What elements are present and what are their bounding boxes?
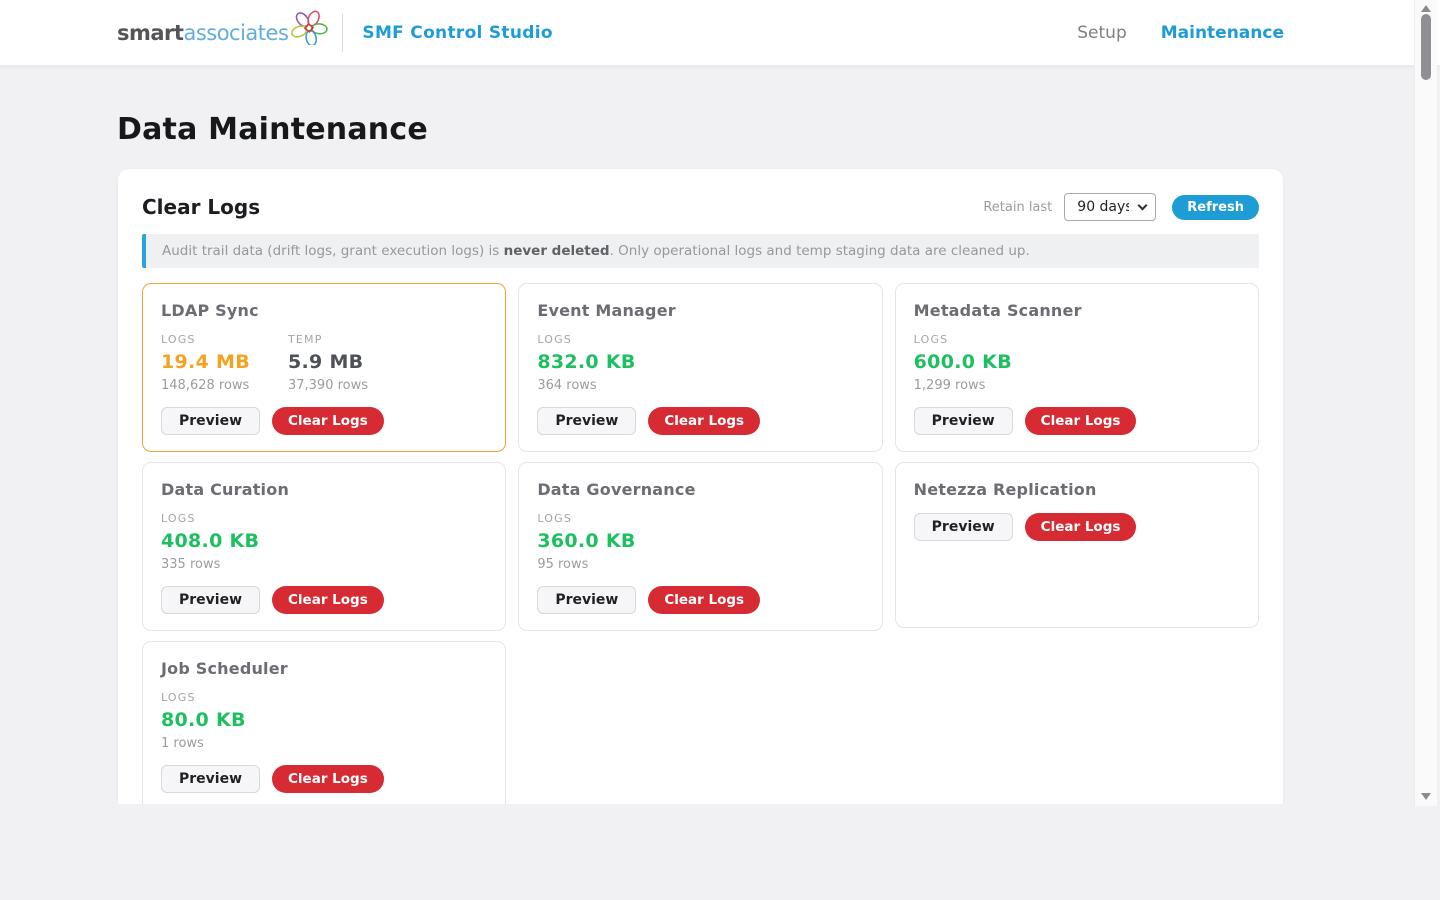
card-title: Data Governance [537,480,863,499]
preview-button[interactable]: Preview [914,513,1013,541]
notice-bold-text: never deleted [504,243,610,259]
retain-select[interactable]: 90 days [1064,193,1156,221]
nav-maintenance[interactable]: Maintenance [1161,23,1284,43]
stat-label: LOGS [161,691,246,704]
stat-rows: 1,299 rows [914,378,1012,393]
stat-rows: 95 rows [537,557,635,572]
stat-value: 600.0 KB [914,351,1012,373]
stat-block: LOGS 19.4 MB 148,628 rows [161,333,250,393]
card-actions: Preview Clear Logs [537,586,863,614]
card-stats: LOGS 600.0 KB 1,299 rows [914,333,1240,393]
clear-logs-button[interactable]: Clear Logs [1025,513,1137,541]
refresh-button[interactable]: Refresh [1172,195,1259,220]
card-title: Metadata Scanner [914,301,1240,320]
card-stats: LOGS 408.0 KB 335 rows [161,512,487,572]
card-title: Job Scheduler [161,659,487,678]
stat-label: LOGS [914,333,1012,346]
audit-notice: Audit trail data (drift logs, grant exec… [142,234,1259,268]
card-actions: Preview Clear Logs [914,513,1240,541]
card-actions: Preview Clear Logs [161,765,487,793]
scroll-down-arrow-icon[interactable] [1421,793,1431,800]
top-bar: smartassociates SMF Control [0,0,1440,66]
panel-header: Clear Logs Retain last 90 days Refresh [142,193,1259,221]
card-actions: Preview Clear Logs [537,407,863,435]
brand-divider [342,14,343,52]
stat-block: LOGS 80.0 KB 1 rows [161,691,246,751]
stat-value: 408.0 KB [161,530,259,552]
clear-logs-panel: Clear Logs Retain last 90 days Refresh A… [117,168,1284,804]
card-actions: Preview Clear Logs [161,586,487,614]
stat-value: 360.0 KB [537,530,635,552]
service-card: Data Governance LOGS 360.0 KB 95 rows Pr… [518,462,882,631]
stat-block: LOGS 360.0 KB 95 rows [537,512,635,572]
card-title: Data Curation [161,480,487,499]
card-stats: LOGS 360.0 KB 95 rows [537,512,863,572]
card-title: Netezza Replication [914,480,1240,499]
stat-rows: 335 rows [161,557,259,572]
cards-grid: LDAP Sync LOGS 19.4 MB 148,628 rows TEMP… [142,283,1259,804]
clear-logs-button[interactable]: Clear Logs [272,765,384,793]
card-stats: LOGS 832.0 KB 364 rows [537,333,863,393]
stat-value: 19.4 MB [161,351,250,373]
service-card: Job Scheduler LOGS 80.0 KB 1 rows Previe… [142,641,506,804]
stat-value: 80.0 KB [161,709,246,731]
service-card: Netezza Replication Preview Clear Logs [895,462,1259,628]
clear-logs-button[interactable]: Clear Logs [1025,407,1137,435]
service-card: Data Curation LOGS 408.0 KB 335 rows Pre… [142,462,506,631]
main-content: Data Maintenance Clear Logs Retain last … [117,112,1284,804]
preview-button[interactable]: Preview [914,407,1013,435]
card-title: Event Manager [537,301,863,320]
stat-block: LOGS 408.0 KB 335 rows [161,512,259,572]
card-stats: LOGS 19.4 MB 148,628 rows TEMP 5.9 MB 37… [161,333,487,393]
clear-logs-button[interactable]: Clear Logs [272,586,384,614]
stat-rows: 1 rows [161,736,246,751]
stat-block: TEMP 5.9 MB 37,390 rows [288,333,368,393]
preview-button[interactable]: Preview [161,407,260,435]
stat-block: LOGS 600.0 KB 1,299 rows [914,333,1012,393]
browser-viewport: smartassociates SMF Control [0,0,1440,804]
card-actions: Preview Clear Logs [914,407,1240,435]
preview-button[interactable]: Preview [537,407,636,435]
card-title: LDAP Sync [161,301,487,320]
stat-rows: 148,628 rows [161,378,250,393]
card-actions: Preview Clear Logs [161,407,487,435]
clear-logs-button[interactable]: Clear Logs [272,407,384,435]
clear-logs-button[interactable]: Clear Logs [648,407,760,435]
app-title: SMF Control Studio [362,23,552,43]
top-nav: Setup Maintenance [1077,23,1284,43]
stat-value: 832.0 KB [537,351,635,373]
stat-label: LOGS [537,512,635,525]
panel-title: Clear Logs [142,195,260,219]
stat-label: LOGS [537,333,635,346]
clear-logs-button[interactable]: Clear Logs [648,586,760,614]
stat-label: LOGS [161,333,250,346]
preview-button[interactable]: Preview [537,586,636,614]
scrollbar[interactable] [1414,0,1437,806]
nav-setup[interactable]: Setup [1077,23,1126,43]
brand[interactable]: smartassociates SMF Control [117,14,553,52]
brand-logo-text: smartassociates [117,21,288,45]
stat-value: 5.9 MB [288,351,368,373]
page-title: Data Maintenance [117,112,1284,147]
retain-last-label: Retain last [983,200,1052,215]
brand-flower-icon [290,7,328,49]
scroll-up-arrow-icon[interactable] [1421,5,1431,12]
stat-label: TEMP [288,333,368,346]
preview-button[interactable]: Preview [161,765,260,793]
retain-select-wrap: 90 days [1064,193,1156,221]
service-card: LDAP Sync LOGS 19.4 MB 148,628 rows TEMP… [142,283,506,452]
stat-rows: 37,390 rows [288,378,368,393]
card-stats: LOGS 80.0 KB 1 rows [161,691,487,751]
stat-block: LOGS 832.0 KB 364 rows [537,333,635,393]
stat-rows: 364 rows [537,378,635,393]
preview-button[interactable]: Preview [161,586,260,614]
notice-text: . Only operational logs and temp staging… [610,243,1030,259]
scrollbar-thumb[interactable] [1421,14,1431,80]
stat-label: LOGS [161,512,259,525]
notice-text: Audit trail data (drift logs, grant exec… [162,243,504,259]
service-card: Event Manager LOGS 832.0 KB 364 rows Pre… [518,283,882,452]
service-card: Metadata Scanner LOGS 600.0 KB 1,299 row… [895,283,1259,452]
